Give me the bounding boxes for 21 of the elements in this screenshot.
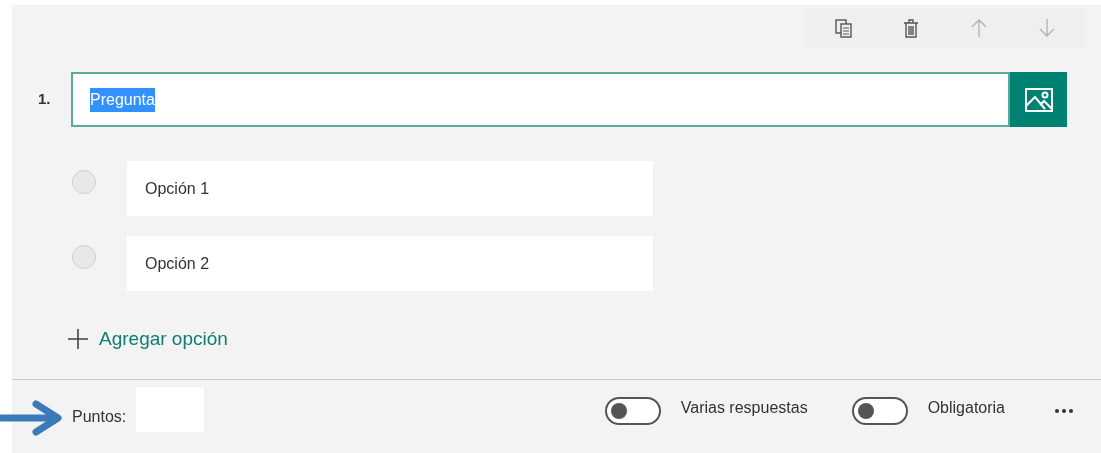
image-icon: [1024, 87, 1053, 112]
question-text: Pregunta: [90, 87, 155, 112]
copy-icon: [833, 17, 853, 39]
toggle-label: Obligatoria: [927, 397, 1005, 418]
trash-icon: [901, 17, 921, 39]
points-label: Puntos:: [72, 406, 127, 427]
add-option-button[interactable]: Agregar opción: [67, 325, 228, 354]
toggle-switch[interactable]: [851, 396, 908, 425]
option-field[interactable]: Opción 2: [127, 236, 653, 291]
radio-button[interactable]: [72, 170, 96, 194]
toggle-label: Varias respuestas: [680, 397, 808, 418]
arrow-annotation: [0, 400, 64, 436]
option-field[interactable]: Opción 1: [127, 161, 653, 216]
radio-button[interactable]: [72, 245, 96, 269]
more-icon: [1055, 408, 1073, 413]
toggle-switch[interactable]: [604, 396, 661, 425]
plus-icon: [67, 328, 89, 351]
arrow-down-icon: [1037, 17, 1057, 39]
insert-image-button[interactable]: [1010, 72, 1067, 127]
arrow-up-icon: [969, 17, 989, 39]
question-number: 1.: [38, 89, 52, 110]
